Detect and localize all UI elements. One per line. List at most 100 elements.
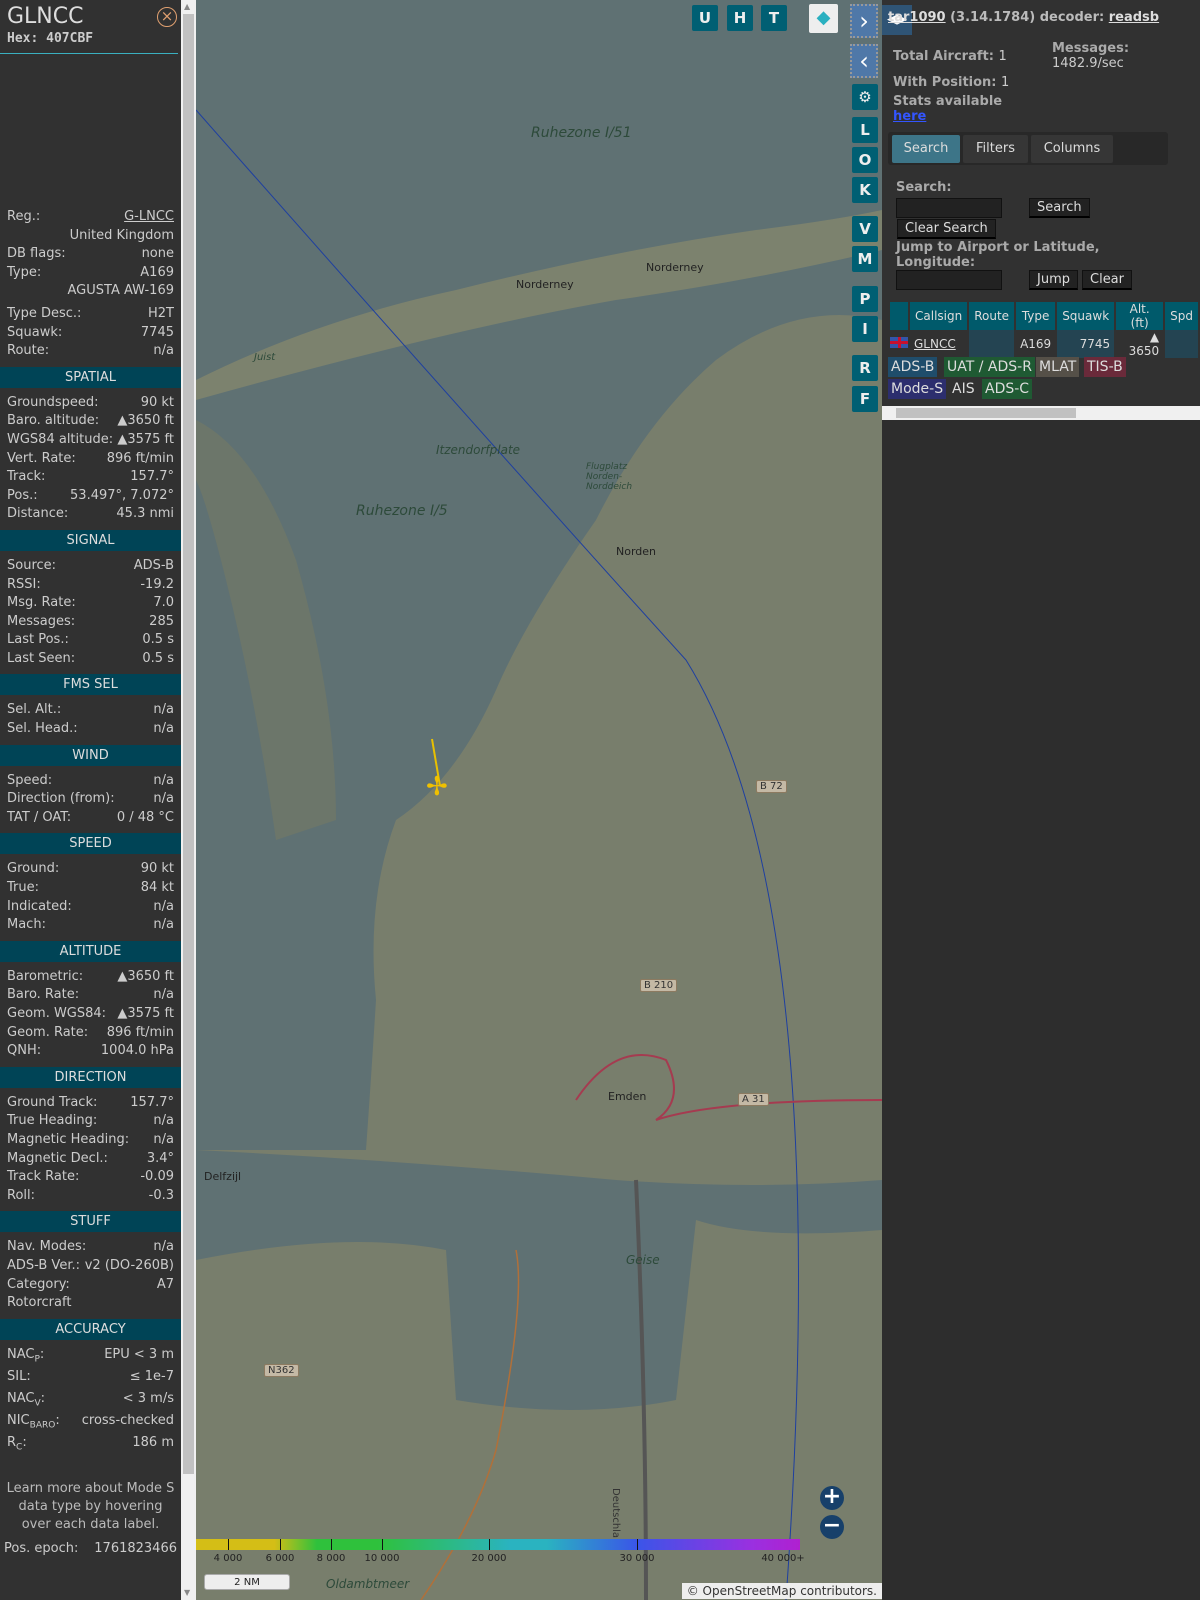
column-header[interactable]: Spd [1165,302,1198,330]
info-row: Last Seen: 0.5 s [0,650,181,669]
map-label: Norderney [646,261,704,274]
info-value: 1761823466 [94,1540,177,1556]
info-value: AGUSTA AW-169 [67,283,174,299]
map-button-v[interactable]: V [852,216,878,242]
tar1090-link[interactable]: tar1090 [888,10,946,25]
settings-gear-icon[interactable]: ⚙ [852,84,878,110]
scale-tick-label: 30 000 [619,1553,655,1564]
aircraft-callsign: GLNCC [7,4,84,29]
jump-button[interactable]: Jump [1029,270,1078,290]
search-button[interactable]: Search [1029,198,1090,218]
column-header[interactable]: Route [969,302,1015,330]
scale-tick [489,1539,490,1550]
info-row: NACV: < 3 m/s [0,1390,181,1412]
close-icon[interactable]: × [157,7,177,27]
info-value: 90 kt [140,394,174,410]
column-header[interactable]: Squawk [1057,302,1115,330]
route-cell [969,330,1015,358]
info-label: Geom. WGS84: [7,1006,107,1021]
section-header: WIND [0,744,181,766]
road-label: N362 [264,1364,299,1377]
info-label: Sel. Head.: [7,721,78,737]
info-row: Geom. WGS84: ▲3575 ft [0,1005,181,1024]
altitude-color-scale [196,1539,800,1550]
info-label: Last Pos.: [7,632,69,648]
aircraft-marker-icon[interactable]: ✢ [426,772,448,802]
tab-search[interactable]: Search [892,135,960,163]
map-button-f[interactable]: F [852,386,878,412]
tab-columns[interactable]: Columns [1031,135,1113,163]
info-label: Ground: [7,861,60,877]
map-label: Geise [626,1253,660,1267]
info-row: RSSI: -19.2 [0,576,181,595]
clear-search-button[interactable]: Clear Search [897,219,996,239]
info-value[interactable]: G-LNCC [124,208,174,227]
info-row: Groundspeed: 90 kt [0,394,181,413]
map-button-m[interactable]: M [852,246,878,272]
chevron-right-icon[interactable]: › [850,4,878,38]
table-scrollbar[interactable] [882,406,1200,420]
layers-icon[interactable]: ◆ [809,4,838,33]
map-button-h[interactable]: H [727,5,753,31]
info-value: ▲3650 ft [117,968,174,984]
search-input[interactable] [896,198,1002,218]
info-row: Msg. Rate: 7.0 [0,594,181,613]
map-label: Flugplatz Norden-Norddeich [586,462,633,492]
info-label: Baro. altitude: [7,413,100,429]
messages-value: 1482.9/sec [1052,56,1124,71]
stats-link[interactable]: here [893,109,926,124]
info-value: n/a [153,343,174,359]
map-button-l[interactable]: L [852,117,878,143]
info-value: ADS-B [133,557,174,573]
info-row: Baro. altitude: ▲3650 ft [0,412,181,431]
info-row: Nav. Modes: n/a [0,1238,181,1257]
column-header[interactable] [890,302,908,330]
info-value: 0 / 48 °C [116,809,174,825]
zoom-in-button[interactable]: + [820,1486,844,1510]
jump-input[interactable] [896,270,1002,290]
info-label: Groundspeed: [7,394,99,410]
info-label: Mach: [7,917,46,933]
info-value: 7745 [140,324,174,340]
zoom-out-button[interactable]: − [820,1515,844,1539]
info-label: Direction (from): [7,791,115,807]
info-row: Reg.: G-LNCC [0,208,181,227]
sidebar: ◀▶ tar1090 (3.14.1784) decoder: readsb T… [882,0,1200,1600]
info-value: -19.2 [140,576,174,592]
detail-scrollbar[interactable]: ▲ ▼ [181,0,196,1600]
column-header[interactable]: Type [1016,302,1056,330]
scale-tick-label: 20 000 [471,1553,507,1564]
map-button-u[interactable]: U [692,5,718,31]
info-label: Last Seen: [7,650,76,666]
label-subscript: V [34,1398,41,1409]
info-label: ADS-B Ver.: [7,1257,80,1273]
info-row: Sel. Alt.: n/a [0,701,181,720]
info-label: Geom. Rate: [7,1024,89,1040]
road-label: B 72 [756,780,787,793]
map[interactable]: Ruhezone I/51 Ruhezone I/5 Norderney Nor… [196,0,882,1600]
column-header[interactable]: Alt. (ft) [1116,302,1164,330]
info-value: n/a [153,1113,174,1129]
table-row[interactable]: GLNCC A169 7745 ▲ 3650 [890,330,1198,358]
osm-link[interactable]: OpenStreetMap [703,1584,797,1598]
map-button-i[interactable]: I [852,316,878,342]
map-button-t[interactable]: T [761,5,787,31]
info-value: cross-checked [81,1412,174,1428]
source-badge: MLAT [1036,357,1080,377]
chevron-left-icon[interactable]: ‹ [850,44,878,78]
column-header[interactable]: Callsign [910,302,968,330]
info-row: Distance: 45.3 nmi [0,505,181,524]
map-button-o[interactable]: O [852,147,878,173]
section-header: SIGNAL [0,529,181,551]
map-button-r[interactable]: R [852,355,878,381]
map-button-k[interactable]: K [852,177,878,203]
info-value: 157.7° [130,469,174,485]
map-button-p[interactable]: P [852,286,878,312]
clear-button[interactable]: Clear [1082,270,1132,290]
tab-filters[interactable]: Filters [963,135,1028,163]
info-row: Source: ADS-B [0,557,181,576]
decoder-link[interactable]: readsb [1109,10,1159,25]
callsign-cell[interactable]: GLNCC [910,330,967,358]
info-row: Magnetic Decl.: 3.4° [0,1150,181,1169]
info-label: RC: [7,1434,27,1453]
